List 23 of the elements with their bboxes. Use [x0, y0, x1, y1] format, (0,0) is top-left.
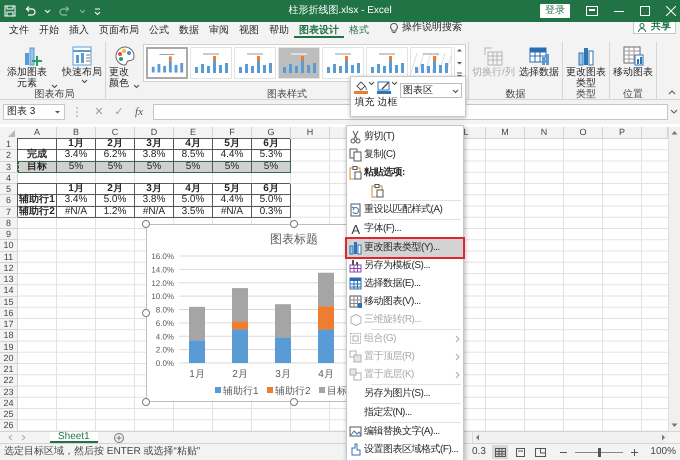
axis-label: 8.0%: [156, 306, 174, 314]
window-title: 柱形折线图.xlsx - Excel: [288, 5, 392, 16]
axis-label: 3月: [275, 369, 291, 380]
group-label: 图表布局: [34, 89, 74, 100]
axis-label: 6.0%: [156, 318, 174, 328]
menu-heading: 粘贴选项:: [347, 164, 463, 182]
axis-label: 10.0%: [151, 292, 174, 302]
axis-label: 0.0%: [156, 359, 174, 368]
axis-label: 1月: [189, 369, 205, 380]
group-label: 位置: [622, 89, 643, 100]
group-label: 数据: [505, 89, 526, 100]
axis-label: 16.0%: [151, 252, 174, 261]
font-icon: A: [351, 222, 360, 236]
group-label: 图表样式: [267, 89, 307, 100]
axis-label: 14.0%: [151, 265, 174, 274]
axis-label: 12.0%: [151, 278, 174, 288]
axis-label: 2.0%: [156, 346, 174, 355]
axis-label: 2月: [232, 369, 248, 380]
status-summary: 0.3: [472, 446, 486, 458]
axis-label: 4月: [318, 369, 334, 380]
axis-label: 4.0%: [156, 332, 174, 342]
status-message: 选定目标区域，然后按 ENTER 或选择“粘贴”: [4, 446, 200, 457]
group-label: 类型: [576, 89, 596, 100]
